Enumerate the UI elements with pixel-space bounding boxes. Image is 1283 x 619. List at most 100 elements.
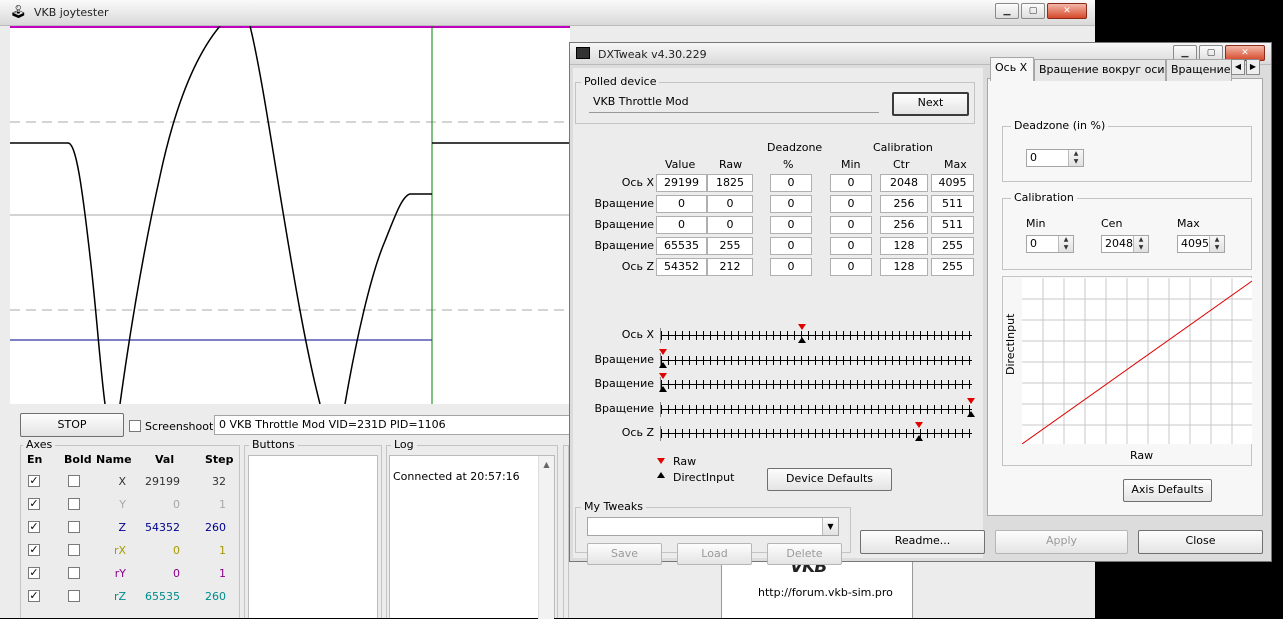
axis-enabled-checkbox[interactable]: ✓ xyxy=(28,475,40,487)
axis-row-label: Вращение xyxy=(594,197,654,210)
stop-button[interactable]: STOP xyxy=(20,413,124,437)
axis-bar-track xyxy=(660,324,972,343)
spinner-arrows-icon[interactable]: ▲ ▼ xyxy=(1209,236,1224,252)
axis-enabled-checkbox[interactable]: ✓ xyxy=(28,521,40,533)
calibration-min-spinner[interactable]: 0 ▲ ▼ xyxy=(1026,235,1074,253)
axis-enabled-checkbox[interactable]: ✓ xyxy=(28,590,40,602)
raw-marker-icon xyxy=(967,397,975,404)
device-defaults-button[interactable]: Device Defaults xyxy=(767,468,892,491)
axis-max-cell: 255 xyxy=(931,237,974,255)
calibration-max-label: Max xyxy=(1177,217,1200,230)
axis-enabled-checkbox[interactable]: ✓ xyxy=(28,498,40,510)
tab-axis-x[interactable]: Ось X xyxy=(990,57,1034,81)
directinput-marker-icon xyxy=(659,386,667,392)
response-curve-chart xyxy=(1022,278,1252,444)
log-scrollbar[interactable]: ▲ xyxy=(538,456,554,619)
axes-header-val: Val xyxy=(155,453,175,466)
axis-bold-checkbox[interactable] xyxy=(68,590,80,602)
axis-bar-label: Вращение xyxy=(594,377,654,390)
axis-min-cell: 0 xyxy=(830,195,872,213)
axes-header-bold: Bold xyxy=(64,453,92,466)
axis-row: ✓ rX 0 1 xyxy=(20,541,240,561)
spinner-arrows-icon[interactable]: ▲ ▼ xyxy=(1058,236,1073,252)
raw-marker-icon xyxy=(659,373,667,379)
axis-row: ✓ X 29199 32 xyxy=(20,472,240,492)
axis-bar-label: Ось Z xyxy=(621,426,654,439)
scroll-up-icon[interactable]: ▲ xyxy=(539,457,554,472)
axis-enabled-checkbox[interactable]: ✓ xyxy=(28,567,40,579)
axis-bar-label: Вращение xyxy=(594,401,654,415)
save-tweak-button[interactable]: Save xyxy=(587,543,662,565)
axis-bar-track xyxy=(660,422,972,441)
axis-dz-cell: 0 xyxy=(770,195,812,213)
my-tweaks-select[interactable] xyxy=(587,517,839,536)
close-button[interactable]: Close xyxy=(1138,530,1263,554)
axes-header-step: Step xyxy=(205,453,234,466)
calibration-max-spinner[interactable]: 4095 ▲ ▼ xyxy=(1177,235,1225,253)
calibration-max-value: 4095 xyxy=(1181,237,1209,250)
readme-button[interactable]: Readme... xyxy=(860,530,985,554)
axis-dz-cell: 0 xyxy=(770,258,812,276)
device-info-field: 0 VKB Throttle Mod VID=231D PID=1106 xyxy=(214,415,570,435)
joytester-titlebar[interactable]: 🕹 VKB joytester ▁ ▢ ✕ xyxy=(0,0,1095,26)
ctr-header: Ctr xyxy=(893,158,910,171)
legend-directinput: DirectInput xyxy=(673,471,735,484)
directinput-marker-icon xyxy=(967,410,975,417)
axis-max-cell: 511 xyxy=(931,216,974,234)
maximize-icon[interactable]: ▢ xyxy=(1021,3,1045,19)
apply-button[interactable]: Apply xyxy=(995,530,1128,554)
axis-bold-checkbox[interactable] xyxy=(68,544,80,556)
log-textarea[interactable]: Connected at 20:57:16 ▲ xyxy=(389,455,555,619)
value-header: Value xyxy=(665,158,696,171)
tab-rotation-y[interactable]: Вращение в xyxy=(1166,59,1232,81)
axis-raw-cell: 0 xyxy=(707,195,753,213)
tab-rotation-x[interactable]: Вращение вокруг оси Х xyxy=(1034,59,1166,81)
tab-scroll-right-icon[interactable]: ▶ xyxy=(1246,59,1260,75)
next-button[interactable]: Next xyxy=(892,92,969,116)
axis-row-label: Вращение xyxy=(594,239,654,252)
axis-row: ✓ Z 54352 260 xyxy=(20,518,240,538)
axis-enabled-checkbox[interactable]: ✓ xyxy=(28,544,40,556)
axis-step: 260 xyxy=(205,521,226,534)
dropdown-arrow-icon[interactable]: ▼ xyxy=(822,518,838,535)
directinput-marker-icon xyxy=(657,472,665,478)
axis-min-cell: 0 xyxy=(830,237,872,255)
axis-bold-checkbox[interactable] xyxy=(68,498,80,510)
raw-marker-icon xyxy=(797,324,806,330)
polled-device-title: Polled device xyxy=(581,75,660,88)
close-icon[interactable]: ✕ xyxy=(1047,3,1087,19)
calibration-min-label: Min xyxy=(1026,217,1046,230)
axis-name: Z xyxy=(118,521,126,534)
axis-value-cell: 65535 xyxy=(656,237,707,255)
axis-bar-track xyxy=(659,348,972,368)
joystick-icon: 🕹 xyxy=(10,5,27,20)
axis-row: ✓ Y 0 1 xyxy=(20,495,240,515)
calibration-cen-spinner[interactable]: 2048 ▲ ▼ xyxy=(1101,235,1149,253)
axis-value-cell: 29199 xyxy=(656,174,707,192)
axis-defaults-button[interactable]: Axis Defaults xyxy=(1123,479,1212,502)
tab-scroll-left-icon[interactable]: ◀ xyxy=(1231,59,1245,75)
spinner-arrows-icon[interactable]: ▲ ▼ xyxy=(1068,150,1083,166)
axis-max-cell: 4095 xyxy=(931,174,974,192)
axis-bold-checkbox[interactable] xyxy=(68,475,80,487)
minimize-icon[interactable]: ▁ xyxy=(995,3,1019,19)
axis-bold-checkbox[interactable] xyxy=(68,521,80,533)
calibration-header: Calibration xyxy=(873,141,933,154)
delete-tweak-button[interactable]: Delete xyxy=(767,543,842,565)
load-tweak-button[interactable]: Load xyxy=(677,543,752,565)
axis-ctr-cell: 256 xyxy=(880,195,928,213)
directinput-marker-icon xyxy=(659,361,667,368)
forum-link[interactable]: http://forum.vkb-sim.pro xyxy=(758,586,893,599)
screenshot-checkbox[interactable] xyxy=(129,420,141,432)
min-header: Min xyxy=(841,158,861,171)
axis-row-label: Ось X xyxy=(621,176,654,189)
axis-step: 1 xyxy=(219,567,226,580)
deadzone-spinner[interactable]: 0 ▲ ▼ xyxy=(1026,149,1084,167)
spinner-arrows-icon[interactable]: ▲ ▼ xyxy=(1133,236,1148,252)
calibration-group-title: Calibration xyxy=(1011,191,1077,204)
axis-tabs-panel: Ось X Вращение вокруг оси Х Вращение в ◀… xyxy=(987,57,1263,516)
log-text: Connected at 20:57:16 xyxy=(393,470,520,483)
raw-marker-icon xyxy=(657,458,665,464)
axis-bold-checkbox[interactable] xyxy=(68,567,80,579)
dxtweak-left-panel: Polled device VKB Throttle Mod Next Dead… xyxy=(573,68,983,565)
